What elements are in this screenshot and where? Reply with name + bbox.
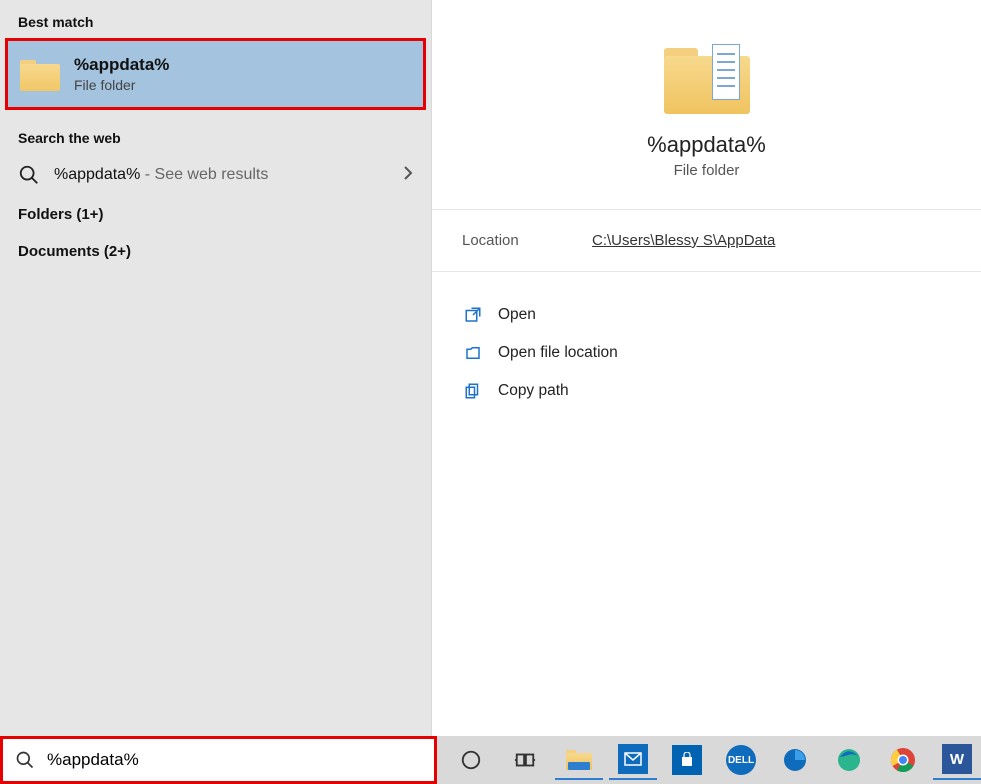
search-icon: [15, 750, 35, 770]
search-web-header: Search the web: [0, 124, 431, 154]
open-icon: [462, 304, 484, 326]
copy-path-icon: [462, 380, 484, 402]
edge-legacy-icon[interactable]: [771, 740, 819, 780]
taskbar: DELL W: [437, 736, 981, 784]
mail-app-icon[interactable]: [609, 740, 657, 780]
chevron-right-icon: [403, 165, 413, 186]
best-match-header: Best match: [0, 8, 431, 38]
cortana-icon[interactable]: [447, 740, 495, 780]
best-match-title: %appdata%: [74, 55, 169, 75]
action-copy-path[interactable]: Copy path: [462, 372, 951, 410]
edge-icon[interactable]: [825, 740, 873, 780]
word-app-icon[interactable]: W: [933, 740, 981, 780]
preview-pane: %appdata% File folder Location C:\Users\…: [432, 0, 981, 784]
task-view-icon[interactable]: [501, 740, 549, 780]
chrome-icon[interactable]: [879, 740, 927, 780]
action-label: Open file location: [498, 344, 618, 362]
search-results-pane: Best match %appdata% File folder Search …: [0, 0, 432, 784]
action-open-location[interactable]: Open file location: [462, 334, 951, 372]
file-explorer-icon[interactable]: [555, 740, 603, 780]
category-documents[interactable]: Documents (2+): [0, 233, 431, 270]
action-label: Open: [498, 306, 536, 324]
action-label: Copy path: [498, 382, 569, 400]
location-label: Location: [462, 232, 592, 249]
web-search-text: %appdata% - See web results: [54, 166, 403, 184]
action-open[interactable]: Open: [462, 296, 951, 334]
open-location-icon: [462, 342, 484, 364]
folder-icon: [664, 42, 750, 114]
location-value: C:\Users\Blessy S\AppData: [592, 232, 775, 249]
search-input[interactable]: [47, 750, 422, 770]
search-box[interactable]: [0, 736, 437, 784]
best-match-subtitle: File folder: [74, 77, 169, 93]
folder-icon: [20, 57, 60, 91]
best-match-result[interactable]: %appdata% File folder: [5, 38, 426, 110]
preview-subtitle: File folder: [674, 162, 740, 179]
category-folders[interactable]: Folders (1+): [0, 196, 431, 233]
location-row[interactable]: Location C:\Users\Blessy S\AppData: [432, 210, 981, 272]
microsoft-store-icon[interactable]: [663, 740, 711, 780]
preview-title: %appdata%: [647, 132, 766, 158]
dell-app-icon[interactable]: DELL: [717, 740, 765, 780]
web-search-result[interactable]: %appdata% - See web results: [0, 154, 431, 196]
search-icon: [18, 164, 40, 186]
